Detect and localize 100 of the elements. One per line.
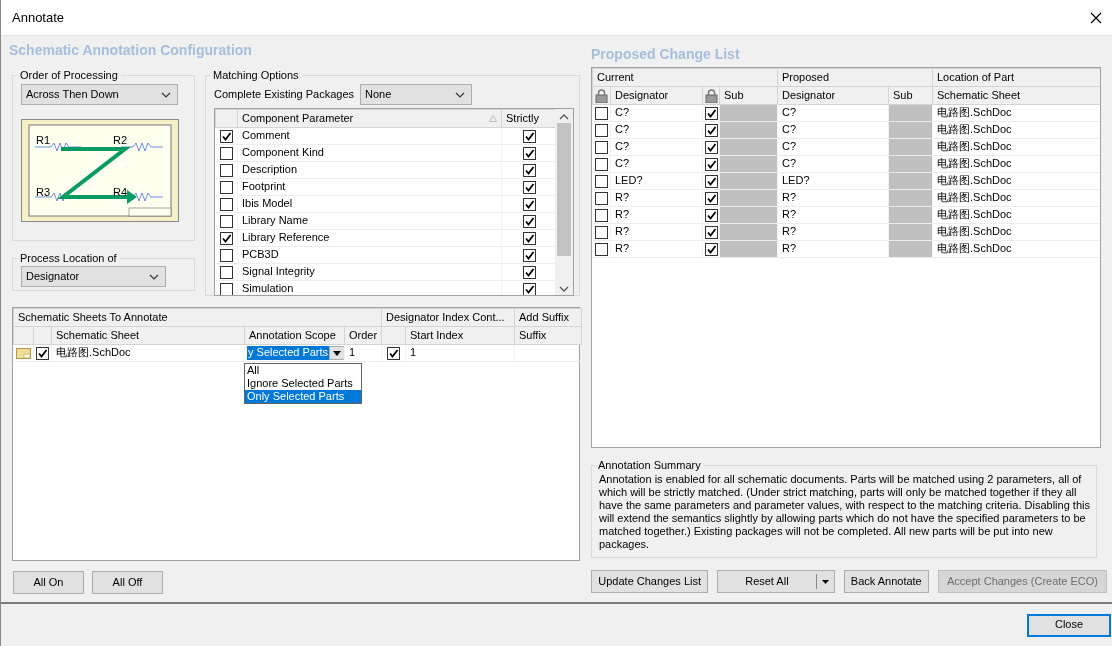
- checkbox[interactable]: [219, 214, 233, 228]
- checkbox[interactable]: [523, 265, 536, 279]
- checkbox[interactable]: [523, 282, 536, 295]
- sort-icon: [489, 115, 497, 122]
- split-button[interactable]: Reset All: [717, 570, 835, 593]
- checkbox[interactable]: [594, 106, 608, 120]
- checkbox[interactable]: [704, 242, 718, 256]
- checkbox[interactable]: [219, 180, 233, 194]
- action-button[interactable]: Back Annotate: [843, 570, 930, 593]
- checkbox[interactable]: [523, 197, 536, 211]
- table-cell: 电路图.SchDoc: [932, 240, 1100, 258]
- table-cell: PCB3D: [237, 246, 502, 264]
- scroll-up-icon[interactable]: [559, 114, 570, 120]
- group-header: Proposed: [777, 68, 933, 87]
- field-label: Complete Existing Packages: [214, 87, 354, 102]
- table-cell: Simulation: [237, 280, 502, 295]
- group-header: Add Suffix: [514, 308, 582, 327]
- checkbox[interactable]: [523, 129, 536, 143]
- checkbox[interactable]: [219, 163, 233, 177]
- table-cell: 电路图.SchDoc: [51, 344, 245, 362]
- dropdown-button[interactable]: [329, 346, 344, 360]
- table-cell: Library Reference: [237, 229, 502, 247]
- group-label: Order of Processing: [19, 68, 119, 82]
- table-cell: C?: [610, 155, 703, 173]
- table-cell: R?: [610, 223, 703, 241]
- summary-text: Annotation is enabled for all schematic documents. Parts will be matched using 2 parameters, all of which will be strictly matched. (Under strict matching, parts will only be matched together if they all have the same parameters and parameter values, with respect to the matching criteria. Disabling this will extend the semantics slightly by allowing parts which do not have the specified parameters to be matched together.) Existing packages will not be completed. All new parts will be put into new packages.: [599, 473, 1090, 551]
- checkbox[interactable]: [704, 123, 718, 137]
- checkbox[interactable]: [594, 140, 608, 154]
- table-cell: C?: [777, 121, 889, 139]
- table-cell: R?: [777, 240, 889, 258]
- table-cell: 1: [344, 344, 382, 362]
- toggle-all-button[interactable]: All Off: [92, 571, 163, 594]
- checkbox[interactable]: [523, 248, 536, 262]
- table-cell: C?: [610, 121, 703, 139]
- checkbox[interactable]: [704, 157, 718, 171]
- sheet-icon: [15, 348, 31, 359]
- checkbox[interactable]: [594, 242, 608, 256]
- checkbox[interactable]: [594, 208, 608, 222]
- checkbox[interactable]: [704, 106, 718, 120]
- checkbox[interactable]: [523, 231, 536, 245]
- checkbox[interactable]: [219, 146, 233, 160]
- checkbox[interactable]: [523, 214, 536, 228]
- checkbox[interactable]: [704, 140, 718, 154]
- table-cell: C?: [610, 138, 703, 156]
- table-cell: R?: [610, 189, 703, 207]
- checkbox[interactable]: [704, 174, 718, 188]
- component-label: R3: [36, 186, 51, 198]
- order-dropdown[interactable]: Across Then Down: [21, 84, 178, 105]
- checkbox[interactable]: [523, 146, 536, 160]
- table-cell: 电路图.SchDoc: [932, 121, 1100, 139]
- chevron-down-icon: [149, 273, 159, 280]
- checkbox[interactable]: [523, 163, 536, 177]
- table-cell: Comment: [237, 127, 502, 145]
- group-header: Current: [592, 68, 778, 87]
- dropdown-option[interactable]: All: [245, 364, 361, 377]
- checkbox[interactable]: [219, 282, 233, 295]
- checkbox[interactable]: [704, 208, 718, 222]
- dropdown-option[interactable]: Ignore Selected Parts: [245, 377, 361, 390]
- table-cell: R?: [777, 223, 889, 241]
- table-cell: 电路图.SchDoc: [932, 223, 1100, 241]
- component-label: R4: [113, 186, 128, 198]
- checkbox[interactable]: [219, 265, 233, 279]
- checkbox[interactable]: [523, 180, 536, 194]
- table-cell: Ibis Model: [237, 195, 502, 213]
- checkbox[interactable]: [219, 248, 233, 262]
- checkbox[interactable]: [36, 346, 49, 360]
- checkbox[interactable]: [219, 197, 233, 211]
- group-label: Annotation Summary: [597, 458, 702, 472]
- table-cell: 1: [405, 344, 515, 362]
- table-cell: R?: [777, 206, 889, 224]
- column-header[interactable]: Strictly: [501, 109, 556, 128]
- scope-field[interactable]: y Selected Parts: [247, 346, 330, 360]
- table-cell: 电路图.SchDoc: [932, 206, 1100, 224]
- group-header: Schematic Sheets To Annotate: [13, 308, 382, 327]
- checkbox[interactable]: [704, 225, 718, 239]
- close-icon[interactable]: [1090, 11, 1102, 24]
- action-button[interactable]: Update Changes List: [591, 570, 709, 593]
- toggle-all-button[interactable]: All On: [13, 571, 84, 594]
- chevron-down-icon: [455, 91, 465, 98]
- checkbox[interactable]: [387, 346, 401, 360]
- checkbox[interactable]: [219, 129, 233, 143]
- dropdown-option[interactable]: Only Selected Parts: [245, 390, 361, 403]
- checkbox[interactable]: [594, 157, 608, 171]
- checkbox[interactable]: [219, 231, 233, 245]
- location-dropdown[interactable]: Designator: [21, 266, 166, 287]
- checkbox[interactable]: [594, 191, 608, 205]
- section-heading: Proposed Change List: [591, 46, 741, 64]
- checkbox[interactable]: [594, 174, 608, 188]
- table-cell: LED?: [610, 172, 703, 190]
- checkbox[interactable]: [704, 191, 718, 205]
- close-button[interactable]: Close: [1027, 613, 1111, 637]
- checkbox[interactable]: [594, 225, 608, 239]
- table-cell: C?: [610, 104, 703, 122]
- section-heading: Schematic Annotation Configuration: [9, 42, 253, 60]
- table-cell: Component Kind: [237, 144, 502, 162]
- scroll-down-icon[interactable]: [559, 286, 570, 292]
- packages-dropdown[interactable]: None: [360, 84, 472, 105]
- scrollbar-thumb[interactable]: [557, 123, 572, 256]
- checkbox[interactable]: [594, 123, 608, 137]
- caret-icon: [333, 350, 342, 356]
